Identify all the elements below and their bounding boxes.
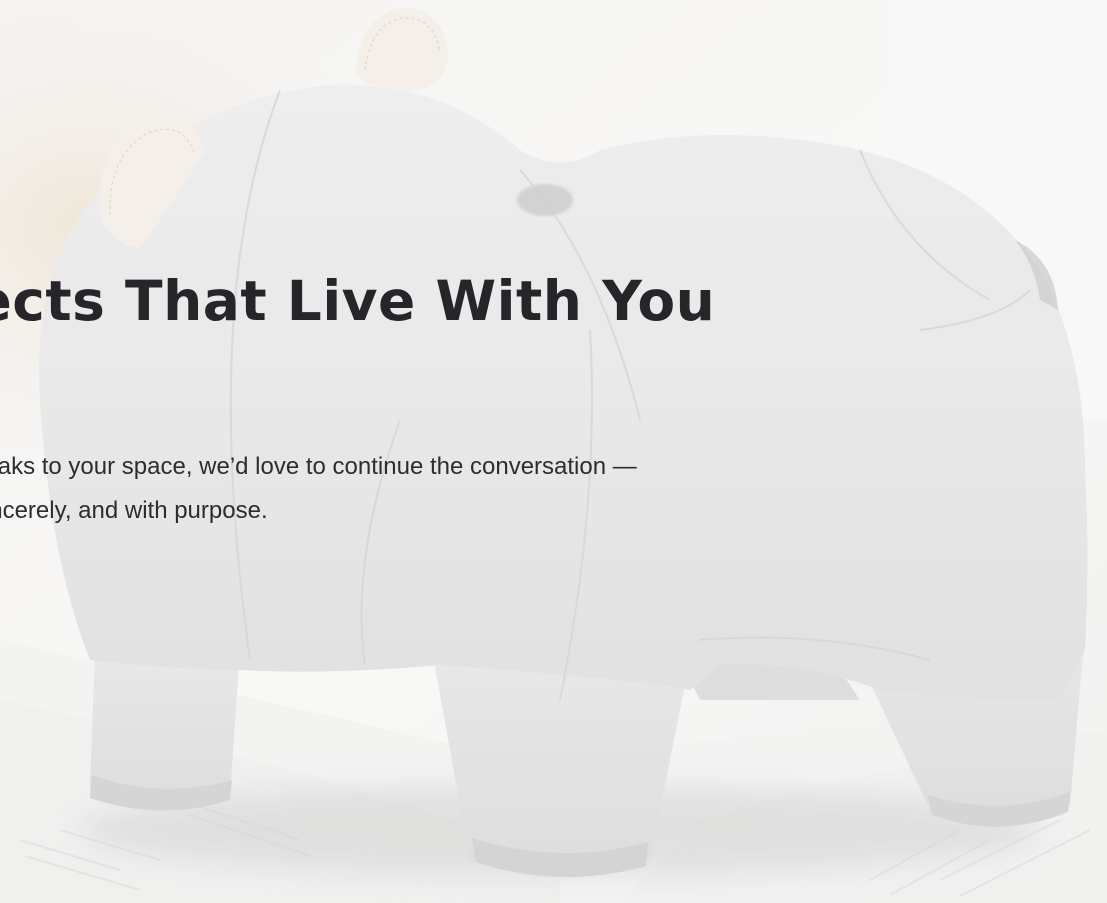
- hero-text: If this speaks to your space, we’d love …: [0, 453, 637, 524]
- hero-section: Objects That Live With You If this speak…: [0, 0, 1107, 903]
- hero-heading: Objects That Live With You: [0, 269, 716, 333]
